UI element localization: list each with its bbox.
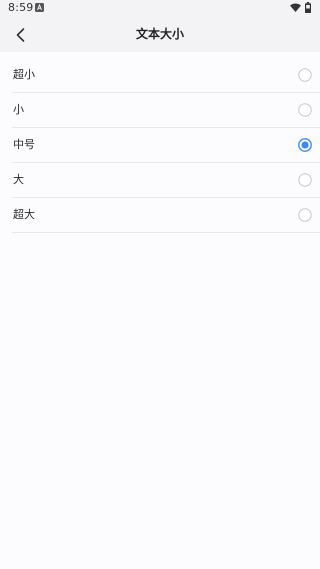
- option-label: 小: [13, 103, 24, 116]
- radio-ring: [298, 173, 312, 187]
- radio-button[interactable]: [298, 138, 312, 152]
- radio-button[interactable]: [298, 173, 312, 187]
- radio-button[interactable]: [298, 208, 312, 222]
- notification-icon: [35, 3, 44, 12]
- radio-ring: [298, 103, 312, 117]
- option-label: 超大: [13, 208, 35, 221]
- option-label: 中号: [13, 138, 35, 151]
- radio-button[interactable]: [298, 68, 312, 82]
- radio-dot: [301, 141, 309, 149]
- text-size-options: 超小 小 中号 大 超大: [12, 58, 320, 233]
- battery-icon: [305, 2, 311, 13]
- app-bar: 文本大小: [0, 16, 320, 52]
- option-label: 超小: [13, 68, 35, 81]
- chevron-left-icon: [16, 28, 25, 42]
- wifi-icon: [290, 3, 301, 12]
- status-bar: 8:59: [0, 0, 320, 16]
- radio-button[interactable]: [298, 103, 312, 117]
- radio-ring: [298, 208, 312, 222]
- option-row-large[interactable]: 大: [12, 163, 320, 198]
- option-row-extra-large[interactable]: 超大: [12, 198, 320, 233]
- status-time: 8:59: [8, 1, 34, 14]
- page-title: 文本大小: [135, 27, 184, 41]
- radio-ring: [298, 68, 312, 82]
- option-row-small[interactable]: 小: [12, 93, 320, 128]
- option-row-medium[interactable]: 中号: [12, 128, 320, 163]
- option-label: 大: [13, 173, 24, 186]
- back-button[interactable]: [10, 24, 32, 46]
- option-row-extra-small[interactable]: 超小: [12, 58, 320, 93]
